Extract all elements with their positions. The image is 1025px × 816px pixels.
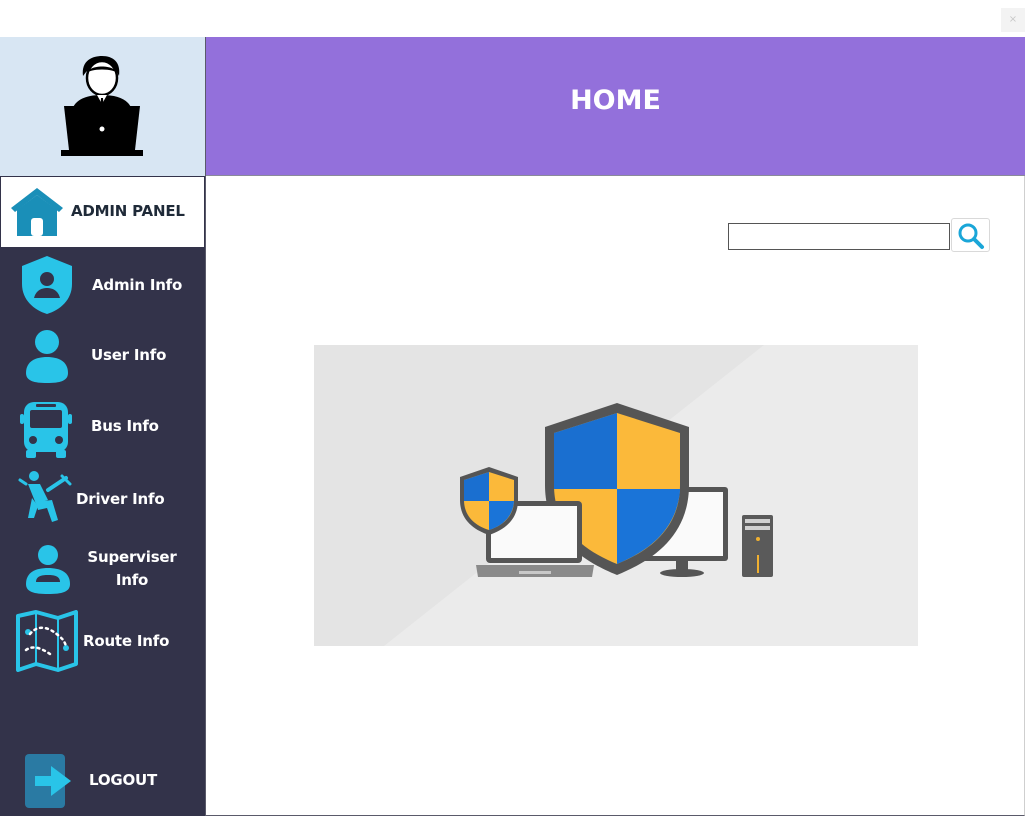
logout-label: LOGOUT xyxy=(89,771,158,789)
page-header: HOME xyxy=(206,37,1025,176)
sidebar-item-admin-info[interactable]: Admin Info xyxy=(0,248,205,318)
main-content: HOME xyxy=(205,37,1025,816)
home-icon xyxy=(11,188,63,236)
shield-user-icon xyxy=(22,256,72,314)
sidebar-item-label: Admin Info xyxy=(92,276,183,294)
supervisor-icon xyxy=(26,545,70,594)
sidebar-item-driver-info[interactable]: Driver Info xyxy=(0,460,205,530)
user-icon xyxy=(26,330,68,383)
page-title: HOME xyxy=(570,85,661,116)
admin-avatar-panel xyxy=(0,37,205,176)
search-icon xyxy=(958,223,984,249)
sidebar-item-label: Route Info xyxy=(83,632,170,650)
sidebar-item-label: ADMIN PANEL xyxy=(71,202,185,220)
sidebar: ADMIN PANEL Admin Info User Info Bus Inf… xyxy=(0,37,205,816)
sidebar-item-user-info[interactable]: User Info xyxy=(0,318,205,388)
admin-laptop-avatar-icon xyxy=(61,56,143,156)
sidebar-item-superviser-info[interactable]: Superviser Info xyxy=(0,530,205,610)
security-illustration xyxy=(314,345,918,646)
logout-button[interactable]: LOGOUT xyxy=(0,749,205,816)
close-button[interactable]: × xyxy=(1001,8,1025,32)
sidebar-item-admin-panel[interactable]: ADMIN PANEL xyxy=(0,176,205,248)
logout-arrow-icon xyxy=(25,754,71,808)
driver-icon xyxy=(18,471,72,522)
security-shield-devices-image xyxy=(384,345,918,646)
search-button[interactable] xyxy=(951,218,990,252)
sidebar-item-label: User Info xyxy=(91,346,167,364)
sidebar-item-label: Driver Info xyxy=(76,490,165,508)
sidebar-item-label: Superviser Info xyxy=(87,548,177,589)
sidebar-item-label: Bus Info xyxy=(91,417,159,435)
app-window: × ADMIN PANEL Admin Info User Info Bus I… xyxy=(0,0,1025,816)
sidebar-item-route-info[interactable]: Route Info xyxy=(0,610,205,680)
route-map-icon xyxy=(16,610,78,672)
bus-icon xyxy=(20,402,72,458)
sidebar-item-bus-info[interactable]: Bus Info xyxy=(0,388,205,460)
search-input[interactable] xyxy=(728,223,950,250)
